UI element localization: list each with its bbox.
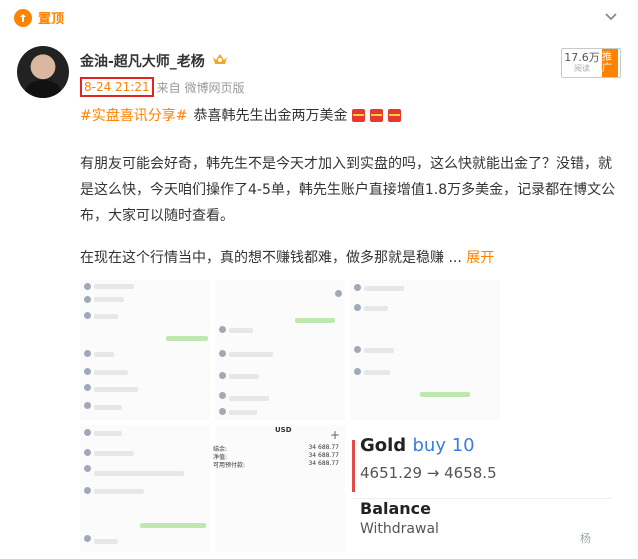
read-count: 17.6万 (564, 51, 600, 64)
row-value: 34 688.77 (308, 460, 339, 467)
avatar[interactable] (17, 46, 69, 98)
pinned-label: 置顶 (14, 8, 64, 27)
post-source: 来自 微博网页版 (156, 80, 245, 95)
chat-screenshot-1[interactable] (80, 280, 210, 420)
balance-subtitle: Withdrawal (360, 521, 439, 537)
pin-text: 置顶 (38, 12, 65, 27)
promote-button[interactable]: 推广 (602, 49, 618, 77)
post-time[interactable]: 8-24 21:21 (80, 77, 154, 97)
post-headline: #实盘喜讯分享# 恭喜韩先生出金两万美金 (80, 105, 402, 125)
headline-text: 恭喜韩先生出金两万美金 (193, 108, 348, 124)
red-envelope-icon (388, 108, 402, 122)
chat-screenshot-2[interactable] (215, 280, 345, 420)
trade-indicator-bar (352, 440, 355, 492)
author-name[interactable]: 金油-超凡大师_老杨 (80, 51, 205, 71)
topic-link[interactable]: #实盘喜讯分享# (80, 105, 187, 125)
red-envelope-icon (352, 108, 366, 122)
post-paragraph-1: 有朋友可能会好奇，韩先生不是今天才加入到实盘的吗，这么快就能出金了？没错，就是这… (80, 156, 616, 224)
red-envelope-icon (370, 108, 384, 122)
row-label: 可用预付款: (213, 462, 246, 469)
trade-prices: 4651.29 → 4658.5 (360, 464, 497, 482)
chat-screenshot-4[interactable] (80, 425, 210, 552)
summary-row: 可用预付款: 34 688.77 (213, 460, 339, 469)
watermark: 杨 (580, 532, 591, 545)
chevron-down-icon[interactable] (604, 10, 618, 24)
pin-icon (14, 8, 32, 27)
ellipsis: ... (448, 250, 462, 266)
post-paragraph-2: 在现在这个行情当中，真的想不赚钱都难，做多那就是稳赚 ... 展开 (80, 245, 620, 271)
post-meta: 8-24 21:21 来自 微博网页版 (80, 77, 244, 97)
expand-link[interactable]: 展开 (466, 250, 494, 266)
trade-title: Gold buy 10 (360, 435, 475, 456)
symbol: Gold (360, 435, 407, 456)
currency-label: USD (275, 426, 292, 434)
chat-screenshot-3[interactable] (350, 280, 500, 420)
trade-action: buy 10 (412, 435, 475, 456)
crown-icon (213, 54, 227, 64)
balance-title: Balance (360, 499, 431, 518)
plus-icon: + (330, 428, 341, 442)
read-count-badge: 17.6万 阅读 推广 (561, 48, 621, 78)
top-bar: 置顶 (0, 0, 638, 34)
paragraph-2-text: 在现在这个行情当中，真的想不赚钱都难，做多那就是稳赚 (80, 250, 444, 266)
read-label: 阅读 (574, 64, 590, 73)
